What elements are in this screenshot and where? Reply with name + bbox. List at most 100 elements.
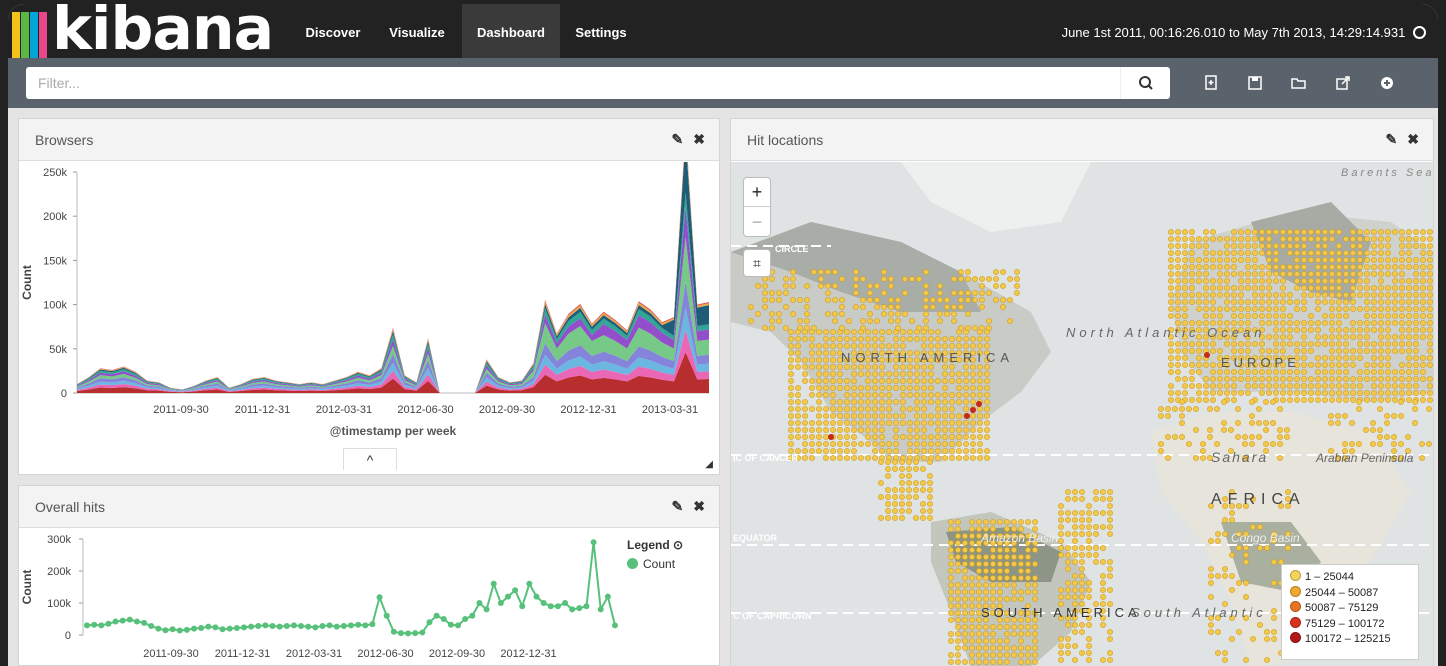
data-point[interactable] xyxy=(126,616,133,623)
data-point[interactable] xyxy=(483,606,490,613)
close-icon[interactable]: ✖ xyxy=(1407,131,1419,147)
data-point[interactable] xyxy=(169,626,176,633)
add-panel-icon[interactable] xyxy=(1376,72,1398,94)
data-point[interactable] xyxy=(554,603,561,610)
data-point[interactable] xyxy=(362,622,369,629)
data-point[interactable] xyxy=(512,587,519,594)
data-point[interactable] xyxy=(497,600,504,606)
data-point[interactable] xyxy=(198,624,205,631)
data-point[interactable] xyxy=(455,622,462,629)
time-range-picker[interactable]: June 1st 2011, 00:16:26.010 to May 7th 2… xyxy=(1062,4,1426,58)
data-point[interactable] xyxy=(562,600,569,606)
data-point[interactable] xyxy=(390,628,397,635)
data-point[interactable] xyxy=(283,623,290,630)
data-point[interactable] xyxy=(133,618,140,625)
data-point[interactable] xyxy=(98,622,105,629)
data-point[interactable] xyxy=(490,580,497,587)
data-point[interactable] xyxy=(447,621,454,628)
data-point[interactable] xyxy=(583,603,590,610)
share-icon[interactable] xyxy=(1332,72,1354,94)
tab-visualize[interactable]: Visualize xyxy=(374,4,460,58)
close-icon[interactable]: ✖ xyxy=(693,131,705,147)
data-point[interactable] xyxy=(290,622,297,629)
data-point[interactable] xyxy=(269,623,276,630)
data-point[interactable] xyxy=(462,616,469,622)
data-point[interactable] xyxy=(305,623,312,630)
data-point[interactable] xyxy=(426,619,433,626)
data-point[interactable] xyxy=(233,624,240,631)
data-point[interactable] xyxy=(312,624,319,631)
data-point[interactable] xyxy=(348,622,354,629)
data-point[interactable] xyxy=(240,624,247,631)
data-point[interactable] xyxy=(176,627,183,634)
data-point[interactable] xyxy=(183,626,190,633)
data-point[interactable] xyxy=(219,626,226,633)
data-point[interactable] xyxy=(369,621,376,628)
data-point[interactable] xyxy=(162,627,169,634)
new-dashboard-icon[interactable] xyxy=(1200,72,1222,94)
data-point[interactable] xyxy=(340,623,347,630)
data-point[interactable] xyxy=(248,623,255,630)
data-point[interactable] xyxy=(440,616,447,622)
data-point[interactable] xyxy=(433,612,440,619)
data-point[interactable] xyxy=(576,605,583,612)
data-point[interactable] xyxy=(91,621,98,628)
tab-dashboard[interactable]: Dashboard xyxy=(462,4,560,58)
data-point[interactable] xyxy=(604,593,611,600)
data-point[interactable] xyxy=(319,623,326,630)
tab-discover[interactable]: Discover xyxy=(292,4,374,58)
data-point[interactable] xyxy=(119,617,126,624)
data-point[interactable] xyxy=(112,618,119,625)
data-point[interactable] xyxy=(405,630,412,637)
data-point[interactable] xyxy=(141,619,148,626)
data-point[interactable] xyxy=(504,593,511,600)
data-point[interactable] xyxy=(419,629,426,636)
resize-handle[interactable]: ◢ xyxy=(705,459,713,470)
data-point[interactable] xyxy=(526,580,533,587)
data-point[interactable] xyxy=(533,593,540,600)
search-button[interactable] xyxy=(1120,67,1170,99)
data-point[interactable] xyxy=(376,594,383,601)
data-point[interactable] xyxy=(226,625,233,632)
legend-item-count[interactable]: Count xyxy=(627,557,675,571)
data-point[interactable] xyxy=(262,622,269,629)
data-point[interactable] xyxy=(276,623,283,630)
data-point[interactable] xyxy=(569,606,576,613)
data-point[interactable] xyxy=(476,600,483,606)
data-point[interactable] xyxy=(412,630,419,637)
data-point[interactable] xyxy=(597,606,604,613)
data-point[interactable] xyxy=(519,603,526,610)
legend-toggle[interactable]: Legend ⊙ xyxy=(627,538,683,552)
data-point[interactable] xyxy=(540,600,547,606)
data-point[interactable] xyxy=(469,612,476,619)
crop-icon[interactable]: ⌗ xyxy=(743,249,771,277)
close-icon[interactable]: ✖ xyxy=(693,498,705,514)
data-point[interactable] xyxy=(326,622,333,629)
edit-icon[interactable]: ✎ xyxy=(1386,131,1398,147)
zoom-out-button[interactable]: − xyxy=(744,208,770,237)
data-point[interactable] xyxy=(105,620,112,627)
data-point[interactable] xyxy=(298,623,305,630)
filter-input[interactable] xyxy=(26,67,1120,99)
collapse-button[interactable]: ^ xyxy=(343,448,397,470)
data-point[interactable] xyxy=(191,625,198,632)
data-point[interactable] xyxy=(205,623,212,630)
edit-icon[interactable]: ✎ xyxy=(672,498,684,514)
data-point[interactable] xyxy=(590,539,597,546)
data-point[interactable] xyxy=(383,612,390,619)
data-point[interactable] xyxy=(355,621,362,628)
data-point[interactable] xyxy=(612,622,618,629)
data-point[interactable] xyxy=(148,623,155,630)
data-point[interactable] xyxy=(155,625,162,632)
data-point[interactable] xyxy=(212,624,219,631)
open-folder-icon[interactable] xyxy=(1288,72,1310,94)
save-icon[interactable] xyxy=(1244,72,1266,94)
data-point[interactable] xyxy=(84,622,90,629)
zoom-in-button[interactable]: + xyxy=(744,178,770,207)
data-point[interactable] xyxy=(333,623,340,630)
data-point[interactable] xyxy=(397,630,404,637)
tab-settings[interactable]: Settings xyxy=(560,4,642,58)
kibana-logo[interactable]: kibana xyxy=(8,4,288,64)
data-point[interactable] xyxy=(255,623,262,630)
edit-icon[interactable]: ✎ xyxy=(672,131,684,147)
